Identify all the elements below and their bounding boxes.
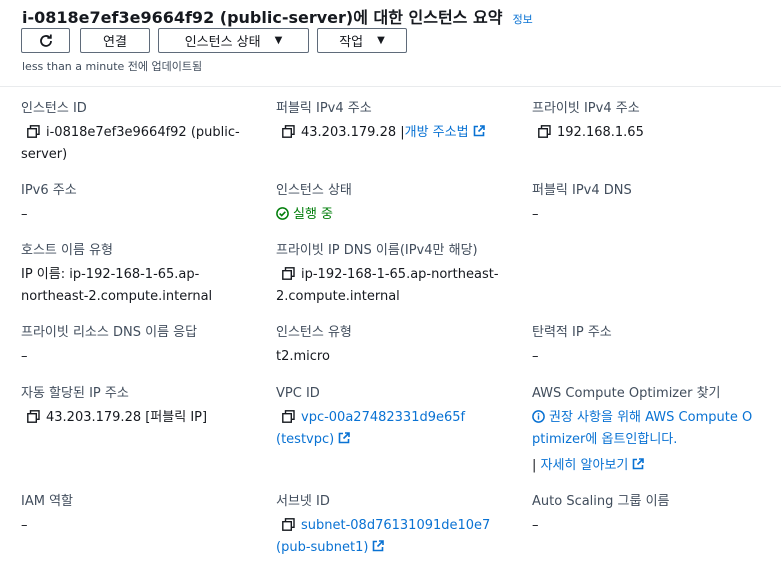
- connect-button[interactable]: 연결: [80, 28, 150, 53]
- field-value: IP 이름: ip-192-168-1-65.ap- northeast-2.c…: [21, 267, 213, 304]
- field-subnet-id: 서브넷 ID subnet-08d76131091de10e7 (pub-sub…: [276, 493, 521, 559]
- refresh-button[interactable]: [21, 28, 70, 53]
- last-updated: less than a minute 전에 업데이트됨: [22, 60, 203, 73]
- field-asg-name: Auto Scaling 그룹 이름 –: [532, 493, 777, 537]
- field-hostname-type: 호스트 이름 유형 IP 이름: ip-192-168-1-65.ap- nor…: [21, 242, 266, 308]
- copy-icon[interactable]: [27, 410, 40, 423]
- actions-label: 작업: [339, 35, 364, 50]
- copy-icon[interactable]: [27, 125, 40, 138]
- field-value: 43.203.179.28 |개방 주소법: [276, 122, 521, 144]
- field-value: –: [532, 349, 539, 364]
- refresh-icon: [39, 34, 52, 47]
- field-value: –: [21, 349, 28, 364]
- field-label: 탄력적 IP 주소: [532, 325, 612, 340]
- field-label: 인스턴스 ID: [21, 101, 87, 116]
- field-label: 퍼블릭 IPv4 DNS: [532, 183, 632, 198]
- vpc-link[interactable]: vpc-00a27482331d9e65f: [301, 410, 465, 425]
- page-title: i-0818e7ef3e9664f92 (public-server)에 대한 …: [22, 8, 503, 27]
- field-label: 인스턴스 유형: [276, 325, 352, 340]
- success-check-icon: [276, 207, 289, 220]
- field-label: IAM 역할: [21, 494, 73, 509]
- open-address-link[interactable]: 개방 주소법: [405, 125, 469, 140]
- field-value: 권장 사항을 위해 AWS Compute O ptimizer에 옵트인합니다…: [532, 410, 753, 473]
- connect-button-label: 연결: [103, 35, 127, 50]
- field-label: 인스턴스 상태: [276, 183, 352, 198]
- field-instance-type: 인스턴스 유형 t2.micro: [276, 324, 521, 368]
- field-value: t2.micro: [276, 349, 330, 364]
- field-label: 프라이빗 IP DNS 이름(IPv4만 해당): [276, 243, 478, 258]
- instance-state-label: 인스턴스 상태: [184, 35, 261, 50]
- subnet-link-name[interactable]: (pub-subnet1): [276, 540, 368, 555]
- vpc-link-name[interactable]: (testvpc): [276, 432, 334, 447]
- field-ipv6: IPv6 주소 –: [21, 182, 266, 226]
- field-label: 호스트 이름 유형: [21, 243, 113, 258]
- external-link-icon: [633, 458, 645, 470]
- caret-down-icon: ▼: [377, 35, 385, 46]
- field-value: subnet-08d76131091de10e7 (pub-subnet1): [276, 515, 521, 559]
- field-value: –: [532, 518, 539, 533]
- instance-state-dropdown[interactable]: 인스턴스 상태 ▼: [158, 28, 309, 53]
- field-label: Auto Scaling 그룹 이름: [532, 494, 670, 509]
- field-label: 프라이빗 IPv4 주소: [532, 101, 640, 116]
- field-label: 프라이빗 리소스 DNS 이름 응답: [21, 325, 198, 340]
- field-value: vpc-00a27482331d9e65f (testvpc): [276, 407, 521, 451]
- field-public-ipv4-dns: 퍼블릭 IPv4 DNS –: [532, 182, 777, 226]
- copy-icon[interactable]: [282, 410, 295, 423]
- page-header: i-0818e7ef3e9664f92 (public-server)에 대한 …: [22, 4, 533, 28]
- actions-dropdown[interactable]: 작업 ▼: [317, 28, 407, 53]
- field-value: 43.203.179.28 [퍼블릭 IP]: [21, 407, 266, 429]
- field-elastic-ip: 탄력적 IP 주소 –: [532, 324, 777, 368]
- status-text: 실행 중: [293, 207, 334, 222]
- copy-icon[interactable]: [282, 518, 295, 531]
- field-compute-optimizer: AWS Compute Optimizer 찾기 권장 사항을 위해 AWS C…: [532, 385, 777, 477]
- field-value: ip-192-168-1-65.ap-northeast- 2.compute.…: [276, 267, 499, 304]
- field-value: –: [21, 518, 28, 533]
- field-value: –: [532, 207, 539, 222]
- field-instance-id: 인스턴스 ID i-0818e7ef3e9664f92 (public- ser…: [21, 100, 266, 166]
- learn-more-link[interactable]: 자세히 알아보기: [541, 458, 629, 473]
- field-value: –: [21, 207, 28, 222]
- divider: [0, 86, 781, 87]
- field-auto-assigned-ip: 자동 할당된 IP 주소 43.203.179.28 [퍼블릭 IP]: [21, 385, 266, 429]
- external-link-icon: [473, 125, 485, 137]
- external-link-icon: [373, 540, 385, 552]
- opt-in-link[interactable]: 권장 사항을 위해 AWS Compute O: [549, 410, 752, 425]
- opt-in-link-cont[interactable]: ptimizer에 옵트인합니다.: [532, 432, 677, 447]
- field-vpc-id: VPC ID vpc-00a27482331d9e65f (testvpc): [276, 385, 521, 451]
- field-value: 실행 중: [276, 204, 521, 226]
- field-private-resource-dns: 프라이빗 리소스 DNS 이름 응답 –: [21, 324, 266, 368]
- field-label: VPC ID: [276, 386, 320, 401]
- info-link[interactable]: 정보: [513, 13, 533, 26]
- caret-down-icon: ▼: [274, 35, 283, 46]
- info-icon: [532, 410, 545, 423]
- field-label: IPv6 주소: [21, 183, 77, 198]
- copy-icon[interactable]: [538, 125, 551, 138]
- field-iam-role: IAM 역할 –: [21, 493, 266, 537]
- field-label: AWS Compute Optimizer 찾기: [532, 386, 721, 401]
- field-label: 퍼블릭 IPv4 주소: [276, 101, 372, 116]
- field-value: i-0818e7ef3e9664f92 (public- server): [21, 125, 240, 162]
- copy-icon[interactable]: [282, 267, 295, 280]
- external-link-icon: [338, 432, 351, 444]
- field-value: 192.168.1.65: [532, 122, 777, 144]
- field-public-ipv4: 퍼블릭 IPv4 주소 43.203.179.28 |개방 주소법: [276, 100, 521, 144]
- field-label: 서브넷 ID: [276, 494, 330, 509]
- field-instance-state: 인스턴스 상태 실행 중: [276, 182, 521, 226]
- field-label: 자동 할당된 IP 주소: [21, 386, 129, 401]
- field-private-ipv4: 프라이빗 IPv4 주소 192.168.1.65: [532, 100, 777, 144]
- field-private-ip-dns: 프라이빗 IP DNS 이름(IPv4만 해당) ip-192-168-1-65…: [276, 242, 521, 308]
- subnet-link[interactable]: subnet-08d76131091de10e7: [301, 518, 490, 533]
- copy-icon[interactable]: [282, 125, 295, 138]
